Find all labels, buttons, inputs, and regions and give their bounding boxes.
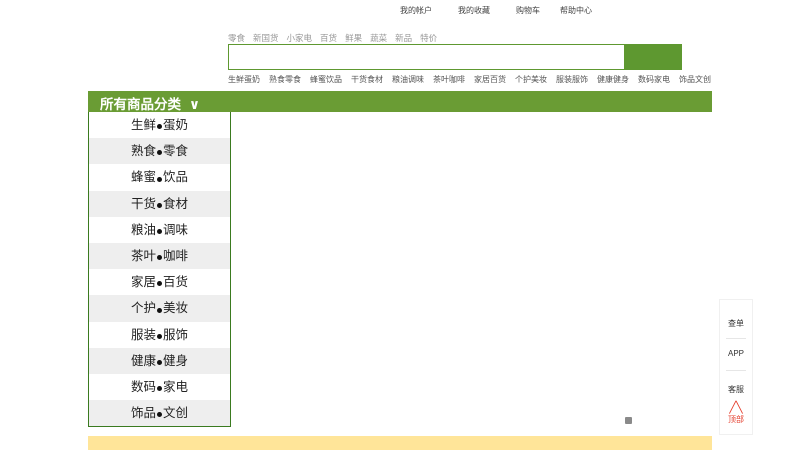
category-label: 零食 [163,144,189,159]
category-label: 百货 [163,275,189,290]
category-link[interactable]: 健康健身 [597,75,629,84]
category-label: 粮油 [130,222,156,237]
search-bar [228,44,682,70]
hot-word[interactable]: 零食 [228,33,245,43]
category-link[interactable]: 茶叶咖啡 [433,75,465,84]
category-item[interactable]: 生鲜 蛋奶 [89,112,230,138]
bullet-icon [157,124,162,130]
cart-link[interactable]: 购物车 [516,5,540,16]
footer-banner [88,436,712,450]
category-link[interactable]: 家居百货 [474,75,506,84]
category-label: 生鲜 [130,118,156,132]
category-label: 家电 [163,379,189,394]
bullet-icon [157,333,162,339]
category-label: 调味 [163,222,189,237]
hot-word[interactable]: 特价 [420,33,437,43]
category-link[interactable]: 个护美妆 [515,75,547,84]
category-link[interactable]: 饰品文创 [679,75,711,84]
search-button[interactable] [624,44,682,70]
hot-words: 零食 新国货 小家电 百货 鲜果 蔬菜 新品 特价 [228,32,445,44]
category-label: 茶叶 [130,248,156,263]
bullet-icon [157,386,162,392]
nav-bar: 所有商品分类 ∨ [88,91,712,112]
category-menu: 生鲜 蛋奶 熟食 零食 蜂蜜 饮品 干货 食材 粮油 调味 茶叶 咖啡 家居 百货 个护 美妆 … [88,112,231,428]
category-quick-links: 生鲜蛋奶 熟食零食 蜂蜜饮品 干货食材 粮油调味 茶叶咖啡 家居百货 个护美妆 服装服饰 健康健身… [228,74,720,85]
square-icon [625,417,632,424]
bullet-icon [157,281,162,287]
customer-service-button[interactable]: 客服 [720,384,752,395]
category-item[interactable]: 饰品 文创 [89,400,230,427]
category-item[interactable]: 家居 百货 [89,269,230,295]
hot-word[interactable]: 新品 [395,33,412,43]
floating-toolbar: 查单 APP 客服 ╱╲ 顶部 [719,299,753,435]
my-account-link[interactable]: 我的帐户 [400,5,432,16]
category-label: 美妆 [163,301,189,316]
category-label: 家居 [130,275,156,290]
category-label: 服饰 [163,327,189,342]
search-input[interactable] [228,44,626,70]
divider [726,338,746,339]
bullet-icon [157,359,162,365]
order-check-button[interactable]: 查单 [720,318,752,329]
help-center-link[interactable]: 帮助中心 [560,5,592,16]
category-link[interactable]: 蜂蜜饮品 [310,75,342,84]
category-label: 干货 [130,196,156,211]
category-item[interactable]: 数码 家电 [89,374,230,400]
category-item[interactable]: 个护 美妆 [89,295,230,322]
category-link[interactable]: 服装服饰 [556,75,588,84]
category-label: 文创 [163,406,189,421]
category-label: 蜂蜜 [130,170,156,185]
category-label: 蛋奶 [163,118,189,132]
category-link[interactable]: 干货食材 [351,75,383,84]
my-favorites-link[interactable]: 我的收藏 [458,5,490,16]
bullet-icon [157,412,162,418]
category-item[interactable]: 健康 健身 [89,347,230,374]
category-item[interactable]: 服装 服饰 [89,322,230,348]
category-label: 服装 [130,327,156,342]
all-categories-button[interactable]: 所有商品分类 ∨ [100,93,200,113]
bullet-icon [157,176,162,182]
category-link[interactable]: 生鲜蛋奶 [228,75,260,84]
bullet-icon [157,150,162,156]
category-item[interactable]: 熟食 零食 [89,138,230,165]
caret-up-icon: ╱╲ [729,402,743,414]
category-link[interactable]: 数码家电 [638,75,670,84]
category-label: 健康 [130,353,156,368]
category-item[interactable]: 干货 食材 [89,190,230,217]
category-label: 咖啡 [163,248,189,263]
all-categories-label: 所有商品分类 [100,97,181,112]
hot-word[interactable]: 蔬菜 [370,33,387,43]
category-label: 食材 [163,196,189,211]
hot-word[interactable]: 小家电 [287,33,313,43]
back-to-top-button[interactable]: ╱╲ 顶部 [720,403,752,425]
category-item[interactable]: 蜂蜜 饮品 [89,164,230,190]
category-label: 饮品 [163,170,189,185]
bullet-icon [157,228,162,234]
bullet-icon [157,255,162,261]
divider [726,370,746,371]
bullet-icon [157,307,162,313]
category-label: 健身 [163,353,189,368]
category-label: 个护 [130,301,156,316]
category-label: 饰品 [130,406,156,421]
category-item[interactable]: 茶叶 咖啡 [89,242,230,270]
category-label: 熟食 [130,144,156,159]
category-item[interactable]: 粮油 调味 [89,217,230,243]
back-to-top-label: 顶部 [728,415,744,424]
hot-word[interactable]: 百货 [320,33,337,43]
category-link[interactable]: 熟食零食 [269,75,301,84]
chevron-down-icon: ∨ [189,97,200,112]
category-link[interactable]: 粮油调味 [392,75,424,84]
app-button[interactable]: APP [720,349,752,358]
category-label: 数码 [130,379,156,394]
hot-word[interactable]: 新国货 [253,33,279,43]
bullet-icon [157,202,162,208]
hot-word[interactable]: 鲜果 [345,33,362,43]
